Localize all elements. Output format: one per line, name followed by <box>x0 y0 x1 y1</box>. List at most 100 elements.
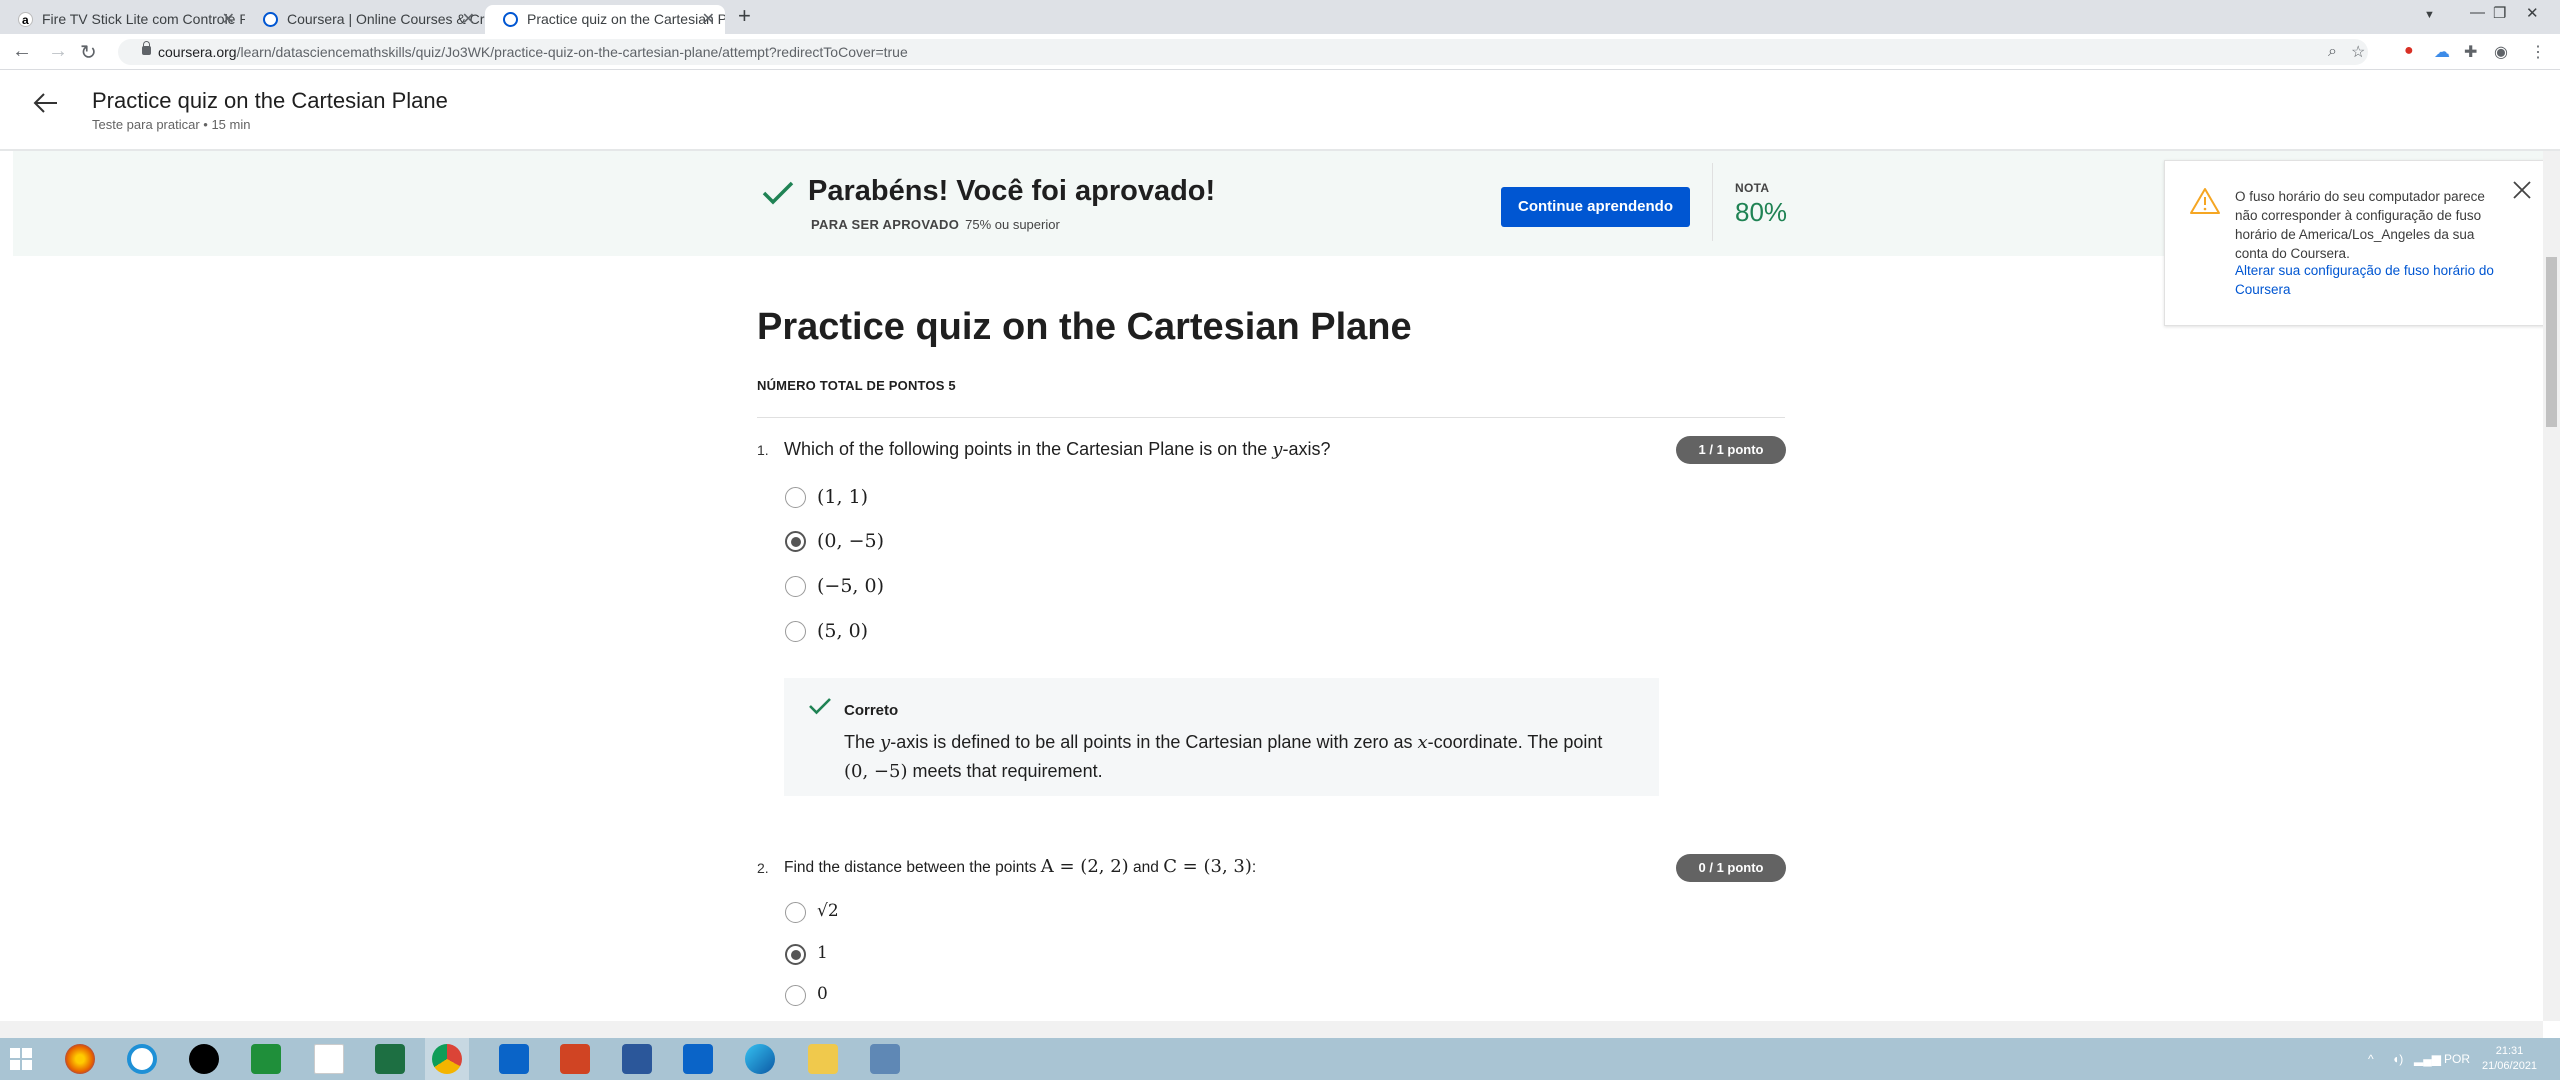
question-score-badge: 1 / 1 ponto <box>1676 436 1786 464</box>
vertical-scrollbar[interactable] <box>2543 151 2560 1021</box>
back-arrow-icon[interactable] <box>30 87 62 119</box>
close-tab-icon[interactable]: ✕ <box>702 5 715 34</box>
grade-value: 80% <box>1735 197 1788 227</box>
coursera-icon <box>263 12 278 27</box>
continue-learning-button[interactable]: Continue aprendendo <box>1501 187 1690 227</box>
pass-requirement-value: 75% ou superior <box>965 217 1060 232</box>
file-icon[interactable] <box>314 1044 344 1074</box>
calendar-app-icon[interactable] <box>251 1044 281 1074</box>
grade-label: NOTA <box>1735 181 1770 195</box>
pass-requirement-label: PARA SER APROVADO <box>811 217 960 232</box>
answer-label: 0 <box>817 984 828 1004</box>
reload-icon[interactable]: ↻ <box>80 40 97 65</box>
windows-start-icon[interactable] <box>10 1048 32 1070</box>
question-number: 1. <box>757 442 769 458</box>
internet-explorer-icon[interactable] <box>127 1044 157 1074</box>
change-timezone-link[interactable]: Alterar sua configuração de fuso horário… <box>2235 261 2520 299</box>
zoom-icon[interactable]: ⌕ <box>2328 43 2337 61</box>
tab-title: Fire TV Stick Lite com Controle R <box>42 11 245 27</box>
profile-avatar-icon[interactable]: ◉ <box>2494 42 2508 62</box>
word-icon[interactable] <box>622 1044 652 1074</box>
url-text: coursera.org/learn/datasciencemathskills… <box>158 44 908 60</box>
total-points: NÚMERO TOTAL DE PONTOS 5 <box>757 378 956 393</box>
outlook-icon[interactable] <box>683 1044 713 1074</box>
cloud-extension-icon[interactable]: ☁ <box>2434 42 2450 62</box>
forward-icon[interactable]: → <box>48 40 68 63</box>
browser-menu-icon[interactable]: ⋮ <box>2530 42 2546 62</box>
close-tab-icon[interactable]: ✕ <box>222 5 235 34</box>
check-icon <box>762 181 794 205</box>
page-subtitle: Teste para praticar • 15 min <box>92 117 251 132</box>
scrollbar-thumb[interactable] <box>2546 257 2557 427</box>
question-text: Find the distance between the points A =… <box>784 856 1257 877</box>
close-icon[interactable] <box>2511 179 2533 201</box>
close-tab-icon[interactable]: ✕ <box>462 5 475 34</box>
browser-tab-coursera[interactable]: Coursera | Online Courses & Cre ✕ <box>245 5 485 34</box>
feedback-title: Correto <box>844 702 899 719</box>
restore-icon[interactable]: ❐ <box>2493 4 2506 22</box>
language-indicator[interactable]: POR <box>2444 1052 2470 1066</box>
divider <box>1712 163 1713 241</box>
minimize-icon[interactable]: — <box>2470 4 2485 21</box>
extension-icon[interactable]: ● <box>2404 42 2414 60</box>
browser-tab-strip: Fire TV Stick Lite com Controle R ✕ Cour… <box>0 0 2560 34</box>
radio-button-selected[interactable] <box>785 944 806 965</box>
close-window-icon[interactable]: ✕ <box>2526 4 2539 22</box>
divider <box>757 417 1785 418</box>
radio-button[interactable] <box>785 621 806 642</box>
timezone-notice-text: O fuso horário do seu computador parece … <box>2235 189 2485 261</box>
browser-toolbar: ← → ↻ coursera.org/learn/datasciencemath… <box>0 34 2560 70</box>
question-text: Which of the following points in the Car… <box>784 439 1331 460</box>
outlook-icon[interactable] <box>499 1044 529 1074</box>
radio-button[interactable] <box>785 902 806 923</box>
tab-title: Practice quiz on the Cartesian Pl <box>527 11 725 27</box>
radio-button[interactable] <box>785 985 806 1006</box>
page-title: Practice quiz on the Cartesian Plane <box>92 88 448 113</box>
firefox-icon[interactable] <box>65 1044 95 1074</box>
tab-search-icon[interactable]: ▼ <box>2424 9 2435 21</box>
horizontal-scrollbar[interactable] <box>0 1021 2543 1038</box>
obs-icon[interactable] <box>189 1044 219 1074</box>
answer-label: 1 <box>817 943 828 963</box>
volume-icon[interactable]: ◖) <box>2392 1052 2403 1066</box>
answer-label: (−5, 0) <box>817 575 885 597</box>
timezone-notice: O fuso horário do seu computador parece … <box>2164 160 2548 326</box>
radio-button[interactable] <box>785 576 806 597</box>
address-bar[interactable]: coursera.org/learn/datasciencemathskills… <box>118 39 2368 65</box>
tray-overflow-icon[interactable]: ^ <box>2368 1052 2374 1066</box>
coursera-icon <box>503 12 518 27</box>
network-icon[interactable]: ▂▄▆ <box>2414 1052 2441 1066</box>
clock-date: 21/06/2021 <box>2482 1060 2538 1072</box>
radio-button[interactable] <box>785 487 806 508</box>
system-clock[interactable]: 21:31 21/06/2021 <box>2482 1044 2537 1074</box>
new-tab-button[interactable]: + <box>738 3 751 29</box>
clock-time: 21:31 <box>2495 1045 2524 1057</box>
check-icon <box>809 698 831 715</box>
feedback-text: The y-axis is defined to be all points i… <box>844 732 1603 782</box>
edge-icon[interactable] <box>745 1044 775 1074</box>
windows-taskbar: ^ ◖) ▂▄▆ POR 21:31 21/06/2021 <box>0 1038 2560 1080</box>
question-score-badge: 0 / 1 ponto <box>1676 854 1786 882</box>
warning-icon <box>2190 188 2220 214</box>
browser-tab-quiz[interactable]: Practice quiz on the Cartesian Pl ✕ <box>485 5 725 34</box>
excel-icon[interactable] <box>375 1044 405 1074</box>
radio-button-selected[interactable] <box>785 531 806 552</box>
tab-title: Coursera | Online Courses & Cre <box>287 11 485 27</box>
answer-label: (1, 1) <box>817 486 869 508</box>
back-icon[interactable]: ← <box>12 40 32 63</box>
answer-label: √2 <box>817 901 839 921</box>
page-header: Practice quiz on the Cartesian Plane Tes… <box>0 71 2560 151</box>
chrome-icon[interactable] <box>432 1044 462 1074</box>
answer-feedback: Correto The y-axis is defined to be all … <box>784 678 1659 796</box>
bookmark-star-icon[interactable]: ☆ <box>2351 42 2365 62</box>
extensions-puzzle-icon[interactable]: ✚ <box>2464 42 2477 62</box>
answer-label: (5, 0) <box>817 620 869 642</box>
amazon-icon <box>18 6 33 34</box>
answer-label: (0, −5) <box>817 530 885 552</box>
browser-tab-amazon[interactable]: Fire TV Stick Lite com Controle R ✕ <box>0 5 245 34</box>
pass-requirement: PARA SER APROVADO 75% ou superior <box>811 217 1060 232</box>
file-explorer-icon[interactable] <box>808 1044 838 1074</box>
powerpoint-icon[interactable] <box>560 1044 590 1074</box>
quiz-title: Practice quiz on the Cartesian Plane <box>757 306 1412 348</box>
app-window-icon[interactable] <box>870 1044 900 1074</box>
